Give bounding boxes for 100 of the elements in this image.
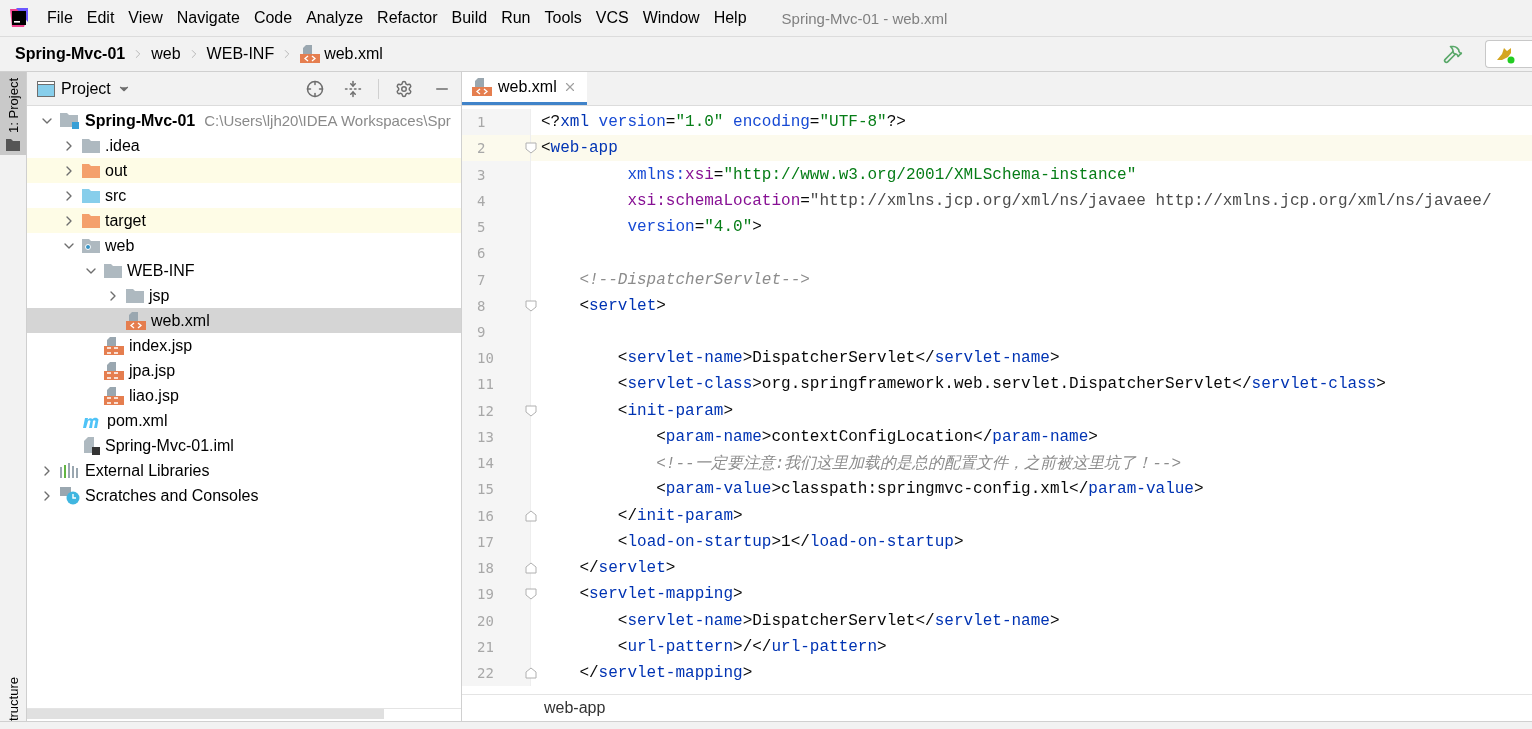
tree-item-label: Spring-Mvc-01 — [85, 111, 196, 130]
folder-icon — [82, 188, 100, 203]
tree-row[interactable]: jpa.jsp — [27, 358, 461, 383]
window-title: Spring-Mvc-01 - web.xml — [781, 9, 948, 27]
module-folder-icon — [60, 112, 80, 129]
module-file-icon — [82, 436, 100, 455]
code-line: </servlet-mapping> — [578, 664, 753, 683]
menu-item[interactable]: File — [40, 9, 80, 27]
line-number: 2 — [477, 140, 486, 157]
window-icon — [37, 80, 55, 97]
xml-file-icon — [126, 311, 146, 330]
tree-row[interactable]: index.jsp — [27, 333, 461, 358]
line-number: 5 — [477, 219, 486, 236]
line-number: 8 — [477, 297, 486, 314]
breadcrumb-item[interactable]: Spring-Mvc-01 — [15, 45, 126, 63]
tree-row[interactable]: web — [27, 233, 461, 258]
code-line: <servlet-mapping> — [578, 585, 743, 604]
tree-row[interactable]: pom.xml — [27, 408, 461, 433]
line-number: 21 — [477, 638, 494, 655]
project-path: C:\Users\ljh20\IDEA Workspaces\Spr — [204, 112, 451, 129]
breadcrumb-item[interactable]: web — [151, 45, 181, 63]
menu-item[interactable]: View — [121, 9, 170, 27]
web-folder-icon — [82, 238, 100, 253]
tree-row[interactable]: web.xml — [27, 308, 461, 333]
build-icon[interactable] — [1443, 44, 1463, 64]
breadcrumb-item[interactable]: web.xml — [300, 45, 383, 63]
folder-icon — [82, 163, 100, 178]
code-line: <servlet-name>DispatcherServlet</servlet-name> — [616, 611, 1060, 630]
line-number: 18 — [477, 560, 494, 577]
tree-item-label: web — [105, 236, 135, 255]
tree-row[interactable]: .idea — [27, 133, 461, 158]
line-number: 14 — [477, 455, 494, 472]
folder-icon — [82, 213, 100, 228]
jsp-file-icon — [104, 386, 124, 405]
menu-item[interactable]: Code — [246, 9, 300, 27]
menu-item[interactable]: Edit — [79, 9, 122, 27]
line-number: 16 — [477, 507, 494, 524]
line-number: 12 — [477, 402, 494, 419]
menu-item[interactable]: Build — [444, 9, 495, 27]
menu-item[interactable]: Analyze — [299, 9, 371, 27]
line-number: 6 — [477, 245, 486, 262]
tree-row[interactable]: jsp — [27, 283, 461, 308]
libraries-icon — [60, 463, 80, 478]
fold-start-icon[interactable] — [525, 404, 537, 417]
code-line: <param-name>contextConfigLocation</param-name> — [655, 427, 1098, 446]
tree-item-label: pom.xml — [107, 411, 168, 430]
menu-item[interactable]: Run — [494, 9, 538, 27]
collapse-all-icon[interactable] — [344, 79, 362, 98]
settings-icon[interactable] — [395, 79, 413, 98]
fold-start-icon[interactable] — [525, 142, 537, 155]
folder-icon — [126, 288, 144, 303]
side-tab[interactable]: 1: Project — [0, 72, 26, 155]
code-line: <url-pattern>/</url-pattern> — [616, 637, 887, 656]
tree-item-label: jsp — [149, 286, 170, 305]
tree-row[interactable]: WEB-INF — [27, 258, 461, 283]
tree-row[interactable]: out — [27, 158, 461, 183]
line-number: 22 — [477, 665, 494, 682]
fold-start-icon[interactable] — [525, 588, 537, 601]
menu-item[interactable]: Window — [635, 9, 707, 27]
scrollbar-thumb[interactable] — [27, 709, 384, 719]
tree-row[interactable]: src — [27, 183, 461, 208]
app-logo-icon — [8, 7, 30, 29]
line-number: 4 — [477, 192, 486, 209]
editor-tab[interactable]: web.xml — [462, 72, 587, 105]
folder-icon — [82, 138, 100, 153]
tree-item-label: out — [105, 161, 128, 180]
line-number: 13 — [477, 428, 494, 445]
code-line: <web-app — [541, 139, 618, 158]
menu-item[interactable]: Help — [706, 9, 754, 27]
tree-item-label: External Libraries — [85, 461, 210, 480]
xml-file-icon — [300, 45, 321, 63]
code-line: <load-on-startup>1</load-on-startup> — [616, 532, 964, 551]
view-selector[interactable]: Project — [37, 79, 131, 98]
tree-row[interactable]: Spring-Mvc-01.iml — [27, 433, 461, 458]
tree-item-label: liao.jsp — [129, 386, 179, 405]
code-line: <servlet-name>DispatcherServlet</servlet-name> — [616, 349, 1060, 368]
line-number: 17 — [477, 533, 494, 550]
code-line: </init-param> — [616, 506, 743, 525]
tree-row[interactable]: target — [27, 208, 461, 233]
editor-breadcrumb[interactable]: web-app — [544, 699, 606, 717]
scratch-clock-icon — [60, 486, 80, 505]
menu-item[interactable]: VCS — [588, 9, 636, 27]
breadcrumb-item[interactable]: WEB-INF — [206, 45, 275, 63]
menu-item[interactable]: Navigate — [169, 9, 247, 27]
folder-icon — [104, 263, 122, 278]
line-number: 3 — [477, 166, 486, 183]
tree-row[interactable]: Scratches and Consoles — [27, 483, 461, 508]
menu-item[interactable]: Refactor — [370, 9, 445, 27]
tree-row[interactable]: liao.jsp — [27, 383, 461, 408]
tree-row[interactable]: External Libraries — [27, 458, 461, 483]
code-line: version="4.0"> — [626, 218, 762, 237]
menu-item[interactable]: Tools — [537, 9, 589, 27]
line-number: 15 — [477, 481, 494, 498]
fold-start-icon[interactable] — [525, 299, 537, 312]
code-line: <servlet-class>org.springframework.web.servlet.DispatcherServlet</servlet-class> — [616, 375, 1386, 394]
side-tab[interactable]: tructure — [0, 670, 26, 721]
line-number: 1 — [477, 114, 486, 131]
locate-icon[interactable] — [306, 79, 324, 98]
tree-row[interactable]: Spring-Mvc-01 C:\Users\ljh20\IDEA Workspaces\Spr — [27, 108, 461, 133]
xml-file-icon — [472, 78, 492, 96]
